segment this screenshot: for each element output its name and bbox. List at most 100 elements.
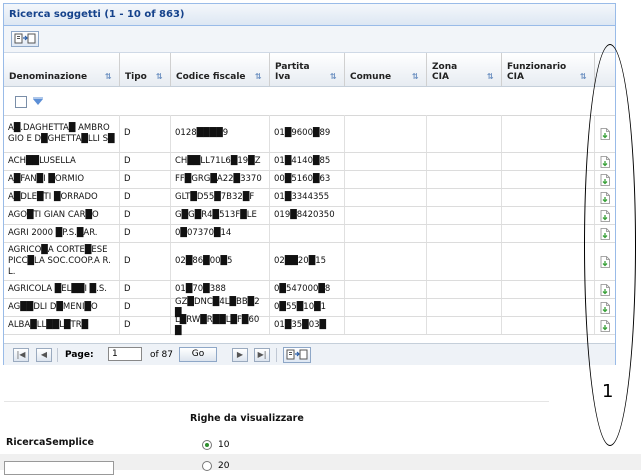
table-cell: D xyxy=(120,189,171,206)
table-cell xyxy=(345,243,427,280)
table-row[interactable]: ACH██LUSELLA D CH██LL71L6█19█Z 01█4140█85 xyxy=(4,153,615,171)
grid-body: A█.DAGHETTA█ AMBROGIO E D█GHETTA█LLI S█ D… xyxy=(4,115,615,336)
table-cell: AG██DLI D█MENI█O xyxy=(4,299,120,316)
export-button[interactable] xyxy=(11,31,39,47)
export-icon xyxy=(286,349,308,360)
table-cell: 02█86█00█5 xyxy=(171,243,270,280)
table-cell xyxy=(345,189,427,206)
cell-text: D xyxy=(124,302,131,312)
table-cell: 00█5160█63 xyxy=(270,171,345,188)
table-cell xyxy=(345,317,427,334)
table-cell: 0█07370█14 xyxy=(171,225,270,242)
cell-text: D xyxy=(124,256,131,266)
table-cell: A█.DAGHETTA█ AMBROGIO E D█GHETTA█LLI S█ xyxy=(4,115,120,152)
go-button[interactable]: Go xyxy=(179,347,217,362)
table-cell: 01█70█388 xyxy=(171,281,270,298)
table-cell xyxy=(427,189,502,206)
divider xyxy=(57,348,58,362)
cell-text: D xyxy=(124,156,131,166)
table-cell: D xyxy=(120,281,171,298)
divider xyxy=(276,348,277,362)
sort-icon: ⇅ xyxy=(156,72,163,81)
column-header-funzionario-cia[interactable]: Funzionario CIA ⇅ xyxy=(502,53,595,86)
table-cell xyxy=(502,115,595,152)
table-cell xyxy=(345,153,427,170)
table-cell xyxy=(345,115,427,152)
table-cell: FF█GRG█A22█3370 xyxy=(171,171,270,188)
table-row[interactable]: ALBA█LL██L█TR█ D L█RW█R██L█F█60█ 01█35█03█ xyxy=(4,315,615,336)
table-cell: CH██LL71L6█19█Z xyxy=(171,153,270,170)
pagination-bar: |◀ ◀ Page: of 87 Go ▶ ▶| xyxy=(4,343,615,365)
rows-10-radio[interactable] xyxy=(202,440,212,450)
cell-text: AGO█TI GIAN CAR█O xyxy=(8,210,99,220)
column-header-partita-iva[interactable]: Partita Iva ⇅ xyxy=(270,53,345,86)
table-row[interactable]: AG██DLI D█MENI█O D GZ█DNC█4L█BB█2█ 0█55█10█… xyxy=(4,297,615,318)
table-cell: A█DLE█TI █ORRADO xyxy=(4,189,120,206)
grid-header: Denominazione ⇅ Tipo ⇅ Codice fiscale ⇅ … xyxy=(4,53,615,87)
table-cell xyxy=(427,299,502,316)
table-cell xyxy=(502,317,595,334)
cell-text: ACH██LUSELLA xyxy=(8,156,76,166)
cell-text: 0128████9 xyxy=(175,128,229,138)
cell-text: AGRI 2000 █P.S.█AR. xyxy=(8,228,98,238)
table-cell: AGRICO█A CORTE█ESE PICC█LA SOC.COOP.A R.… xyxy=(4,243,120,280)
table-cell: ALBA█LL██L█TR█ xyxy=(4,317,120,334)
column-header-codice-fiscale[interactable]: Codice fiscale ⇅ xyxy=(171,53,270,86)
cell-text: 02█86█00█5 xyxy=(175,256,233,266)
table-row[interactable]: A█DLE█TI █ORRADO D GLT█D55█7B32█F 01█334435… xyxy=(4,189,615,207)
cell-text: G█G█R4█513F█LE xyxy=(175,210,257,220)
cell-text: AGRICOLA █EL██I █.S. xyxy=(8,284,107,294)
table-cell: 0█55█10█1 xyxy=(270,299,345,316)
panel-title: Ricerca soggetti (1 - 10 of 863) xyxy=(4,4,615,26)
export-icon xyxy=(14,33,36,44)
page-label: Page: xyxy=(65,350,94,360)
cell-text: 0█07370█14 xyxy=(175,228,232,238)
cell-text: D xyxy=(124,228,131,238)
table-row[interactable]: AGRI 2000 █P.S.█AR. D 0█07370█14 xyxy=(4,225,615,243)
cell-text: A█FAN█I █ORMIO xyxy=(8,174,85,184)
cell-text: 01█9600█89 xyxy=(274,128,331,138)
first-page-button[interactable]: |◀ xyxy=(13,348,29,362)
export-button-bottom[interactable] xyxy=(283,347,311,363)
page-count-label: of 87 xyxy=(150,350,173,360)
cell-text: 0█55█10█1 xyxy=(274,302,327,312)
prev-page-icon: ◀ xyxy=(40,350,48,359)
column-header-zona-cia[interactable]: Zona CIA ⇅ xyxy=(427,53,502,86)
simple-search-input[interactable] xyxy=(4,461,114,475)
prev-page-button[interactable]: ◀ xyxy=(36,348,52,362)
filter-dropdown-icon[interactable] xyxy=(32,97,44,107)
cell-text: CH██LL71L6█19█Z xyxy=(175,156,261,166)
cell-text: 00█5160█63 xyxy=(274,174,331,184)
table-cell xyxy=(427,153,502,170)
table-cell xyxy=(502,243,595,280)
cell-text: A█DLE█TI █ORRADO xyxy=(8,192,98,202)
cell-text: FF█GRG█A22█3370 xyxy=(175,174,262,184)
page-number-input[interactable] xyxy=(108,347,142,361)
next-page-button[interactable]: ▶ xyxy=(232,348,248,362)
select-all-checkbox[interactable] xyxy=(15,96,27,108)
column-header-tipo[interactable]: Tipo ⇅ xyxy=(120,53,171,86)
table-row[interactable]: AGRICO█A CORTE█ESE PICC█LA SOC.COOP.A R.… xyxy=(4,243,615,281)
annotation-number: 1 xyxy=(602,381,614,402)
last-page-button[interactable]: ▶| xyxy=(254,348,270,362)
table-row[interactable]: AGO█TI GIAN CAR█O D G█G█R4█513F█LE 019█8420… xyxy=(4,207,615,225)
table-cell: D xyxy=(120,153,171,170)
simple-search-label: RicercaSemplice xyxy=(6,437,94,448)
table-row[interactable]: A█.DAGHETTA█ AMBROGIO E D█GHETTA█LLI S█ D… xyxy=(4,115,615,153)
cell-text: ALBA█LL██L█TR█ xyxy=(8,320,89,330)
table-row[interactable]: A█FAN█I █ORMIO D FF█GRG█A22█3370 00█5160█63 xyxy=(4,171,615,189)
table-cell: D xyxy=(120,171,171,188)
rows-per-page-heading: Righe da visualizzare xyxy=(190,413,304,424)
sort-icon: ⇅ xyxy=(412,72,419,81)
last-page-icon: ▶| xyxy=(257,350,267,359)
table-cell xyxy=(427,243,502,280)
sort-icon: ⇅ xyxy=(255,72,262,81)
table-row[interactable]: AGRICOLA █EL██I █.S. D 01█70█388 0█547000█8 xyxy=(4,281,615,299)
cell-text: D xyxy=(124,284,131,294)
table-cell: GLT█D55█7B32█F xyxy=(171,189,270,206)
table-cell: D xyxy=(120,225,171,242)
table-cell xyxy=(502,299,595,316)
column-header-denominazione[interactable]: Denominazione ⇅ xyxy=(4,53,120,86)
cell-text: 01█4140█85 xyxy=(274,156,331,166)
column-header-comune[interactable]: Comune ⇅ xyxy=(345,53,427,86)
